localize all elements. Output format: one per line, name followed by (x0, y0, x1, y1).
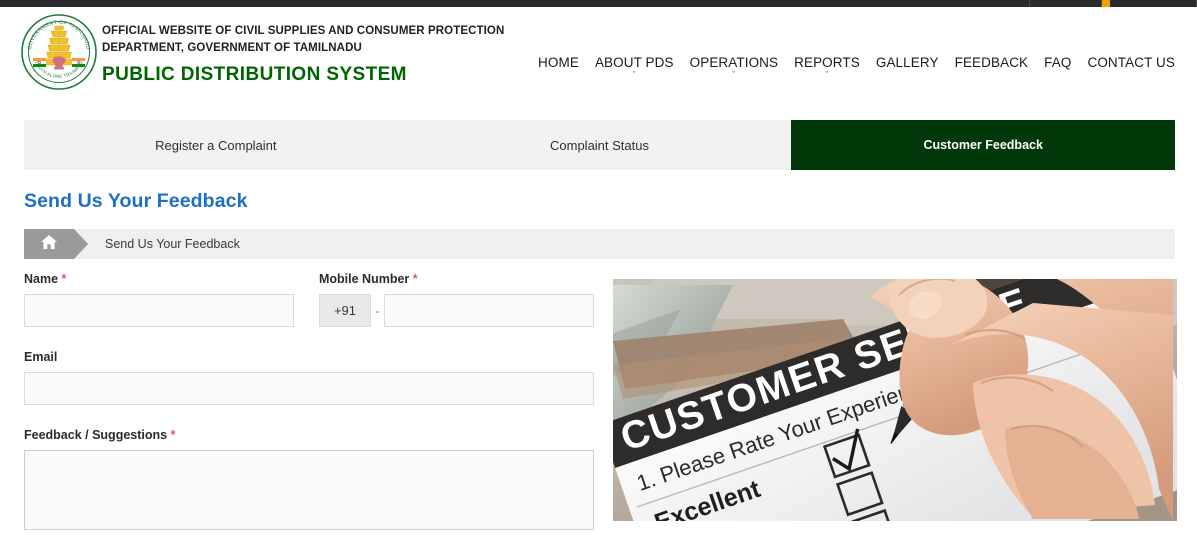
email-label-text: Email (24, 350, 58, 364)
page-brand-title: PUBLIC DISTRIBUTION SYSTEM (102, 64, 407, 85)
browser-strip-accent-segment (1102, 0, 1110, 7)
header-title-block: OFFICIAL WEBSITE OF CIVIL SUPPLIES AND C… (102, 23, 504, 86)
home-icon (40, 234, 58, 255)
tab-register-a-complaint[interactable]: Register a Complaint (24, 120, 408, 170)
page-title: Send Us Your Feedback (24, 190, 248, 212)
chevron-down-icon: ˇ (632, 70, 636, 80)
browser-toolbar-strip (0, 0, 1197, 7)
field-group-mobile-number: Mobile Number * +91 - (319, 272, 594, 327)
complaint-tab-bar: Register a Complaint Complaint Status Cu… (24, 120, 1176, 170)
header-official-line-1: OFFICIAL WEBSITE OF CIVIL SUPPLIES AND C… (102, 25, 505, 37)
browser-strip-segment (0, 0, 1030, 7)
name-input[interactable] (24, 294, 294, 327)
nav-item-label: HOME (538, 55, 579, 70)
nav-item-label: GALLERY (875, 55, 939, 70)
feedback-textarea[interactable] (24, 450, 594, 530)
site-header: GOVERNMENT OF TAMILNADU TRUTH ALONE TRIU… (0, 7, 1197, 110)
name-label-text: Name (24, 272, 59, 286)
nav-item-label: FEEDBACK (954, 55, 1029, 70)
customer-service-survey-photo: CUSTOMER SERVICE 1. Please Rate Your Exp… (613, 279, 1177, 521)
breadcrumb-home-link[interactable] (24, 229, 88, 259)
feedback-form: Name * Mobile Number * +91 - Email Feedb… (24, 272, 594, 535)
nav-item-contact-us[interactable]: CONTACT US (1079, 55, 1183, 71)
chevron-down-icon: ˇ (825, 70, 829, 80)
mobile-separator: - (375, 303, 380, 318)
nav-item-feedback[interactable]: FEEDBACK (947, 55, 1037, 71)
header-official-line-2: DEPARTMENT, GOVERNMENT OF TAMILNADU (102, 42, 362, 54)
tamilnadu-government-emblem-icon: GOVERNMENT OF TAMILNADU TRUTH ALONE TRIU… (20, 13, 98, 91)
nav-item-about-pds[interactable]: ABOUT PDS ˇ (587, 55, 682, 80)
tab-label: Customer Feedback (923, 138, 1043, 152)
field-group-feedback: Feedback / Suggestions * (24, 428, 594, 535)
browser-strip-segment (1030, 0, 1102, 7)
nav-item-label: OPERATIONS (689, 55, 779, 70)
email-input[interactable] (24, 372, 594, 405)
tab-label: Complaint Status (550, 137, 649, 153)
tab-complaint-status[interactable]: Complaint Status (407, 120, 792, 170)
nav-item-operations[interactable]: OPERATIONS ˇ (682, 55, 787, 80)
feedback-field-label: Feedback / Suggestions * (24, 428, 594, 442)
nav-item-gallery[interactable]: GALLERY (868, 55, 947, 71)
breadcrumb-current-label: Send Us Your Feedback (105, 237, 240, 251)
nav-item-label: FAQ (1044, 55, 1072, 70)
browser-strip-segment (1110, 0, 1197, 7)
nav-item-label: ABOUT PDS (594, 55, 674, 70)
main-navigation: HOME ABOUT PDS ˇ OPERATIONS ˇ REPORTS ˇ … (530, 55, 1183, 80)
field-group-name: Name * (24, 272, 294, 327)
required-marker: * (61, 272, 67, 286)
nav-item-label: REPORTS (794, 55, 860, 70)
required-marker: * (170, 428, 176, 442)
nav-item-home[interactable]: HOME (530, 55, 587, 71)
form-row-name-mobile: Name * Mobile Number * +91 - (24, 272, 594, 327)
nav-item-faq[interactable]: FAQ (1036, 55, 1079, 71)
mobile-field-label: Mobile Number * (319, 272, 594, 286)
mobile-label-text: Mobile Number (319, 272, 410, 286)
email-field-label: Email (24, 350, 594, 364)
country-code-box: +91 (319, 294, 371, 327)
tab-customer-feedback[interactable]: Customer Feedback (791, 120, 1176, 170)
feedback-label-text: Feedback / Suggestions (24, 428, 168, 442)
nav-item-label: CONTACT US (1087, 55, 1175, 70)
breadcrumb: Send Us Your Feedback (24, 229, 1175, 259)
name-field-label: Name * (24, 272, 294, 286)
required-marker: * (412, 272, 418, 286)
mobile-input-group: +91 - (319, 294, 594, 327)
chevron-down-icon: ˇ (732, 70, 736, 80)
mobile-number-input[interactable] (384, 294, 594, 327)
nav-item-reports[interactable]: REPORTS ˇ (786, 55, 868, 80)
tab-label: Register a Complaint (155, 137, 277, 153)
field-group-email: Email (24, 350, 594, 405)
